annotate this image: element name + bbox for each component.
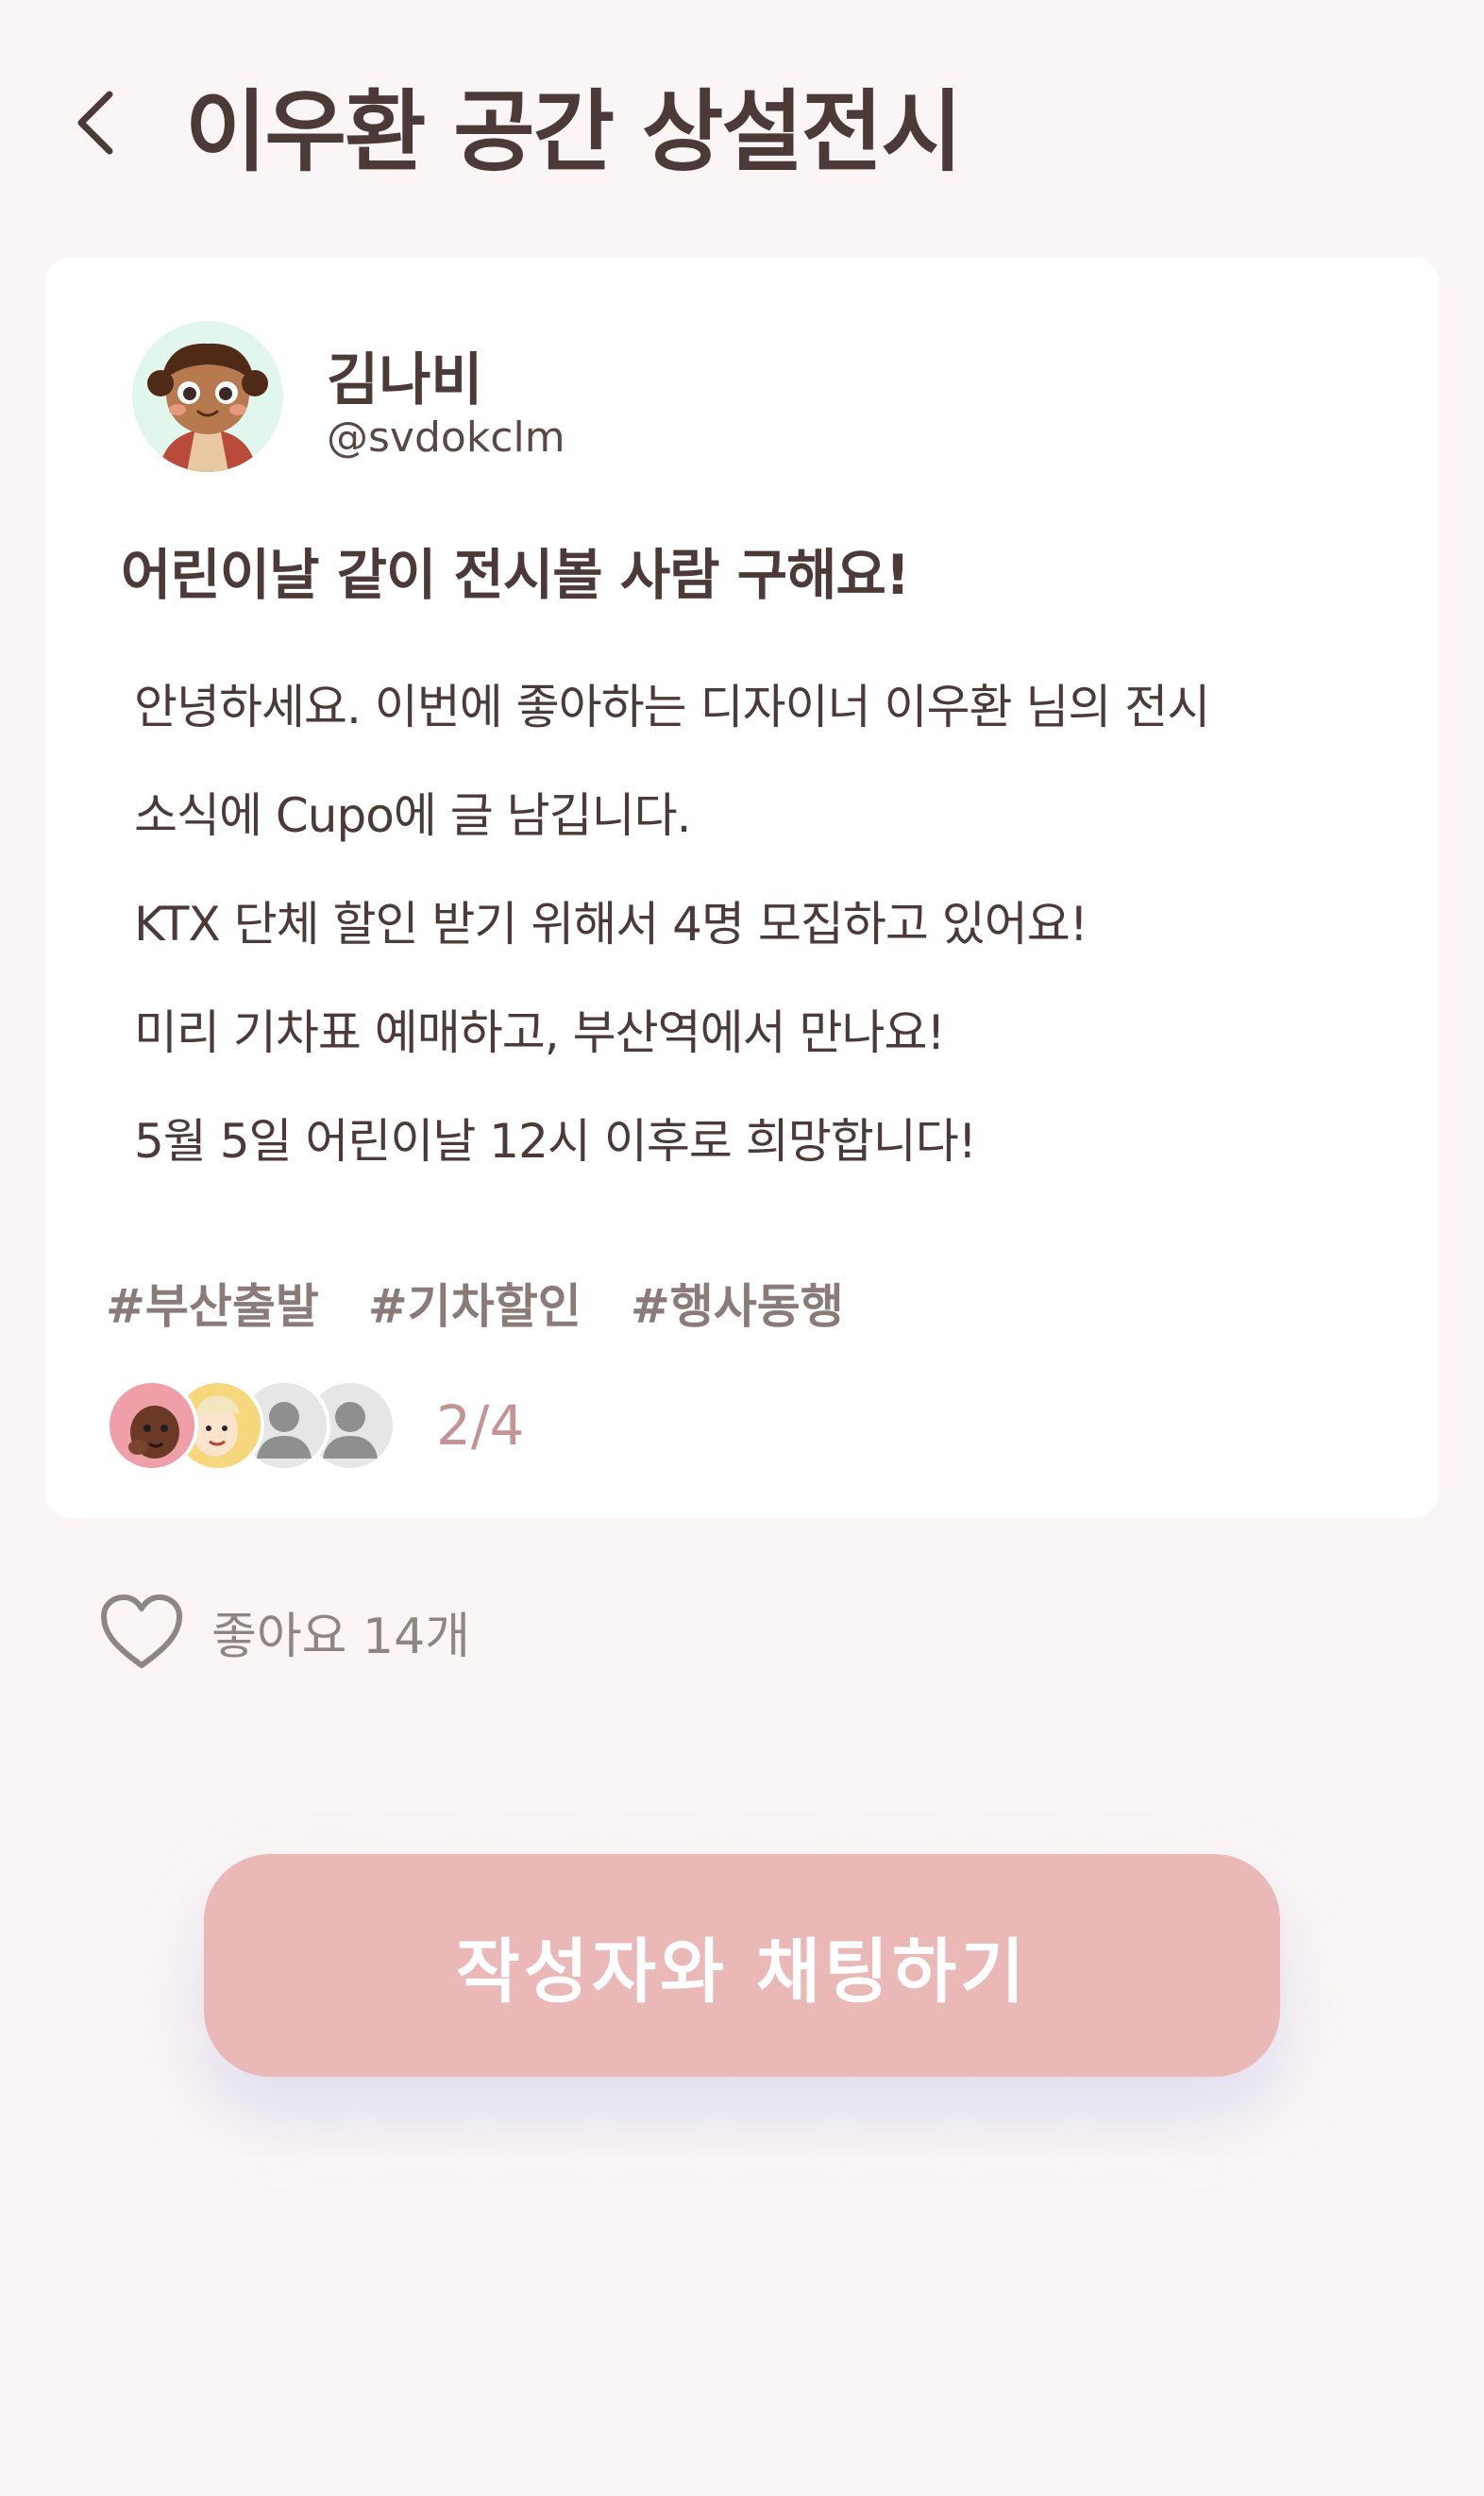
post-body-line: 5월 5일 어린이날 12시 이후로 희망합니다! <box>134 1114 977 1169</box>
girl-avatar-icon <box>132 321 283 472</box>
like-section: 좋아요 14개 <box>98 1590 470 1673</box>
post-body-line: 소식에 Cupo에 글 남깁니다. <box>134 788 692 843</box>
chevron-left-icon <box>77 91 113 155</box>
author-name: 김나비 <box>327 347 483 413</box>
tag-busan-departure[interactable]: #부산출발 <box>106 1269 319 1337</box>
page-title: 이우환 공간 상설전시 <box>185 81 963 184</box>
post-body: 안녕하세요. 이번에 좋아하는 디자이너 이우환 님의 전시 소식에 Cupo에… <box>134 653 1380 1196</box>
participants: 2/4 <box>106 1379 525 1472</box>
author-handle: @svdokclm <box>327 413 565 462</box>
tag-event-companion[interactable]: #행사동행 <box>631 1269 844 1337</box>
heart-outline-icon[interactable] <box>98 1592 185 1671</box>
participant-count: 2/4 <box>436 1393 525 1458</box>
tag-list: #부산출발 #기차할인 #행사동행 <box>106 1269 844 1337</box>
like-count-label: 좋아요 14개 <box>211 1608 471 1665</box>
author-avatar[interactable] <box>132 321 283 472</box>
post-title: 어린이날 같이 전시볼 사람 구해요! <box>121 543 910 607</box>
chat-with-author-button[interactable]: 작성자와 채팅하기 <box>204 1854 1280 2077</box>
post-body-line: 미리 기차표 예매하고, 부산역에서 만나요! <box>134 1005 946 1060</box>
post-body-line: 안녕하세요. 이번에 좋아하는 디자이너 이우환 님의 전시 <box>134 680 1210 734</box>
post-body-line: KTX 단체 할인 받기 위해서 4명 모집하고 있어요! <box>134 897 1088 952</box>
post-card: 김나비 @svdokclm 어린이날 같이 전시볼 사람 구해요! 안녕하세요.… <box>45 257 1439 1518</box>
tag-train-discount[interactable]: #기차할인 <box>368 1269 582 1337</box>
header: 이우환 공간 상설전시 <box>0 0 1484 245</box>
participant-face-icon <box>110 1383 194 1468</box>
participant-avatar <box>106 1379 198 1472</box>
back-button[interactable] <box>59 76 134 170</box>
